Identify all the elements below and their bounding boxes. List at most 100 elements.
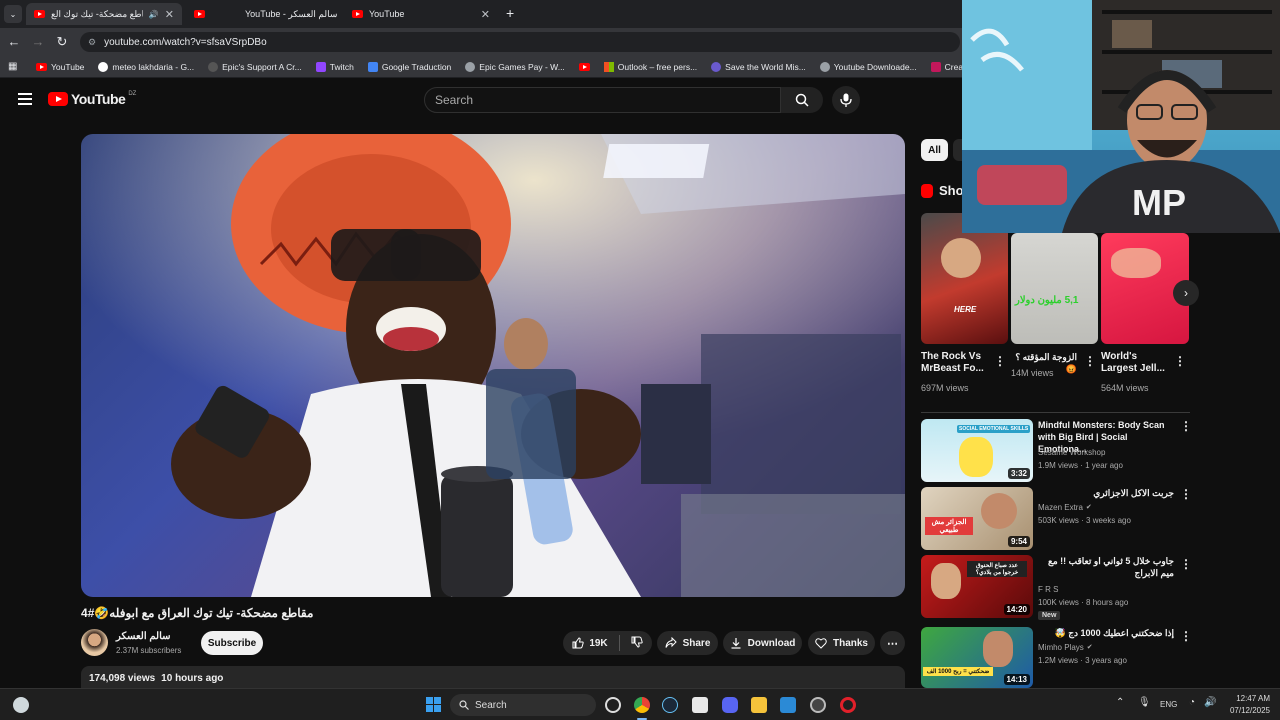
browser-tab-active[interactable]: مقاطع مضحكة- تيك توك الع 🔊 ✕: [26, 3, 182, 25]
opera-icon[interactable]: [840, 697, 856, 713]
steam-icon[interactable]: [662, 697, 678, 713]
bookmark-youtube[interactable]: YouTube: [36, 62, 84, 72]
download-button[interactable]: Download: [723, 631, 802, 655]
bookmark-meteo[interactable]: meteo lakhdaria - G...: [98, 61, 194, 72]
chip-all[interactable]: All: [921, 139, 948, 161]
shorts-next-button[interactable]: ›: [1173, 280, 1199, 306]
forward-icon[interactable]: →: [30, 34, 46, 49]
like-button[interactable]: 19K: [572, 637, 608, 649]
youtube-logo[interactable]: YouTube DZ: [48, 91, 136, 107]
youtube-favicon-icon: [36, 62, 47, 71]
fortnite-icon: [711, 61, 722, 72]
shorts-heading: Sho: [921, 183, 964, 198]
like-dislike-group: 19K: [563, 631, 652, 655]
clock-date: 07/12/2025: [1229, 706, 1270, 715]
dislike-button[interactable]: [631, 636, 643, 651]
more-vertical-icon[interactable]: ⋮: [1180, 487, 1192, 501]
microphone-tray-icon[interactable]: 🎙: [1138, 697, 1151, 708]
youtube-favicon-icon: [578, 62, 590, 71]
start-button[interactable]: [426, 697, 441, 712]
browser-tab[interactable]: YouTube ✕: [344, 3, 498, 25]
verified-check-icon: ✔: [1085, 504, 1092, 511]
reload-icon[interactable]: ↻: [54, 34, 70, 50]
thanks-button[interactable]: Thanks: [808, 631, 875, 655]
video-thumbnail[interactable]: ضحكتني = ربح 1000 الف 14:13: [921, 627, 1033, 688]
capture-tool-icon[interactable]: [692, 697, 708, 713]
language-indicator[interactable]: ENG: [1160, 700, 1177, 709]
channel-name[interactable]: سالم العسكر: [116, 631, 171, 642]
short-title[interactable]: World's Largest Jell...: [1101, 351, 1167, 375]
speaker-icon[interactable]: 🔊: [149, 10, 159, 19]
more-vertical-icon[interactable]: ⋮: [994, 354, 1006, 368]
store-app-icon[interactable]: [780, 697, 796, 713]
more-vertical-icon[interactable]: ⋮: [1180, 557, 1192, 571]
video-title[interactable]: إذا ضحكتني اعطيك 1000 دج 🤯: [1038, 627, 1174, 639]
video-player[interactable]: [81, 134, 905, 597]
channel-name[interactable]: Sesame Workshop: [1038, 447, 1105, 459]
file-explorer-icon[interactable]: [751, 697, 767, 713]
new-tab-icon[interactable]: +: [506, 5, 514, 21]
video-duration: 9:54: [1007, 536, 1030, 547]
video-title[interactable]: جاوب خلال 5 ثواني او تعاقب !! مع ميم الا…: [1038, 555, 1174, 579]
thanks-heart-icon: [815, 638, 827, 649]
globe-icon: [465, 61, 476, 72]
apps-grid-icon[interactable]: ▦: [8, 61, 17, 72]
subscribe-button[interactable]: Subscribe: [201, 631, 263, 655]
new-badge: New: [1038, 611, 1061, 620]
chrome-icon[interactable]: [634, 697, 650, 713]
tab-title: مقاطع مضحكة- تيك توك الع: [51, 8, 143, 19]
video-thumbnail[interactable]: عدد صباع الحنوق خرجوا من بلادي؟ 14:20: [921, 555, 1033, 618]
short-thumbnail[interactable]: 5,1 مليون دولار: [1011, 233, 1098, 344]
app-icon[interactable]: [810, 697, 826, 713]
verified-check-icon: ✔: [1086, 644, 1093, 651]
channel-name[interactable]: F R S: [1038, 584, 1058, 596]
more-vertical-icon[interactable]: ⋮: [1180, 419, 1192, 433]
download-label: Download: [747, 637, 796, 649]
bookmark-epic-games-pay[interactable]: Epic Games Pay - W...: [465, 61, 565, 72]
more-vertical-icon[interactable]: ⋮: [1180, 629, 1192, 643]
section-divider: [921, 412, 1190, 413]
clock[interactable]: 12:47 AM 07/12/2025: [1222, 693, 1270, 717]
more-vertical-icon[interactable]: ⋮: [1174, 354, 1186, 368]
video-frame: [81, 134, 905, 597]
short-title[interactable]: The Rock Vs MrBeast Fo...: [921, 351, 987, 375]
site-info-icon[interactable]: ⚙: [88, 37, 96, 48]
chatgpt-icon[interactable]: [605, 697, 621, 713]
bookmark-google-traduction[interactable]: Google Traduction: [367, 61, 451, 72]
translate-icon: [367, 61, 378, 72]
video-duration: 14:13: [1003, 674, 1030, 685]
channel-name[interactable]: Mimho Plays ✔: [1038, 642, 1093, 654]
bookmark-youtube-downloader[interactable]: Youtube Downloade...: [819, 61, 917, 72]
channel-avatar[interactable]: [81, 629, 108, 656]
url-field[interactable]: ⚙ youtube.com/watch?v=sfsaVSrpDBo: [80, 32, 960, 52]
search-input[interactable]: Search: [424, 87, 781, 113]
taskbar-search[interactable]: Search: [450, 694, 596, 716]
bookmark-outlook[interactable]: Outlook – free pers...: [603, 61, 697, 72]
browser-tab[interactable]: YouTube - سالم العسكر: [186, 3, 340, 25]
bookmark-save-the-world[interactable]: Save the World Mis...: [711, 61, 806, 72]
volume-icon[interactable]: 🔊: [1204, 697, 1216, 708]
voice-search-button[interactable]: [832, 86, 860, 114]
video-thumbnail[interactable]: الجزائر مش طبيعي 9:54: [921, 487, 1033, 550]
search-button[interactable]: [781, 87, 823, 113]
bookmark-epic-support[interactable]: Epic's Support A Cr...: [208, 61, 302, 72]
share-button[interactable]: Share: [657, 631, 718, 655]
back-icon[interactable]: ←: [6, 34, 22, 49]
more-actions-button[interactable]: ⋯: [880, 631, 905, 655]
network-icon[interactable]: ◔: [1189, 697, 1195, 708]
bookmark-twitch[interactable]: Twitch: [315, 61, 354, 72]
video-thumbnail[interactable]: SOCIAL EMOTIONAL SKILLS 3:32: [921, 419, 1033, 482]
show-hidden-icons[interactable]: ⌃: [1116, 697, 1124, 708]
channel-name[interactable]: Mazen Extra ✔: [1038, 502, 1092, 514]
youtube-favicon-icon: [194, 10, 205, 18]
video-title[interactable]: جربت الاكل الاجزائري: [1038, 487, 1174, 499]
menu-hamburger-icon[interactable]: [18, 93, 32, 105]
discord-icon[interactable]: [722, 697, 738, 713]
tab-search-button[interactable]: ⌄: [4, 5, 22, 23]
description-box[interactable]: 174,098 views 10 hours ago: [81, 666, 905, 688]
bookmark-youtube-icon-only[interactable]: [578, 62, 590, 71]
more-vertical-icon[interactable]: ⋮: [1084, 354, 1096, 368]
close-tab-icon[interactable]: ✕: [481, 8, 490, 21]
close-tab-icon[interactable]: ✕: [165, 8, 174, 21]
widgets-icon[interactable]: [13, 697, 29, 713]
